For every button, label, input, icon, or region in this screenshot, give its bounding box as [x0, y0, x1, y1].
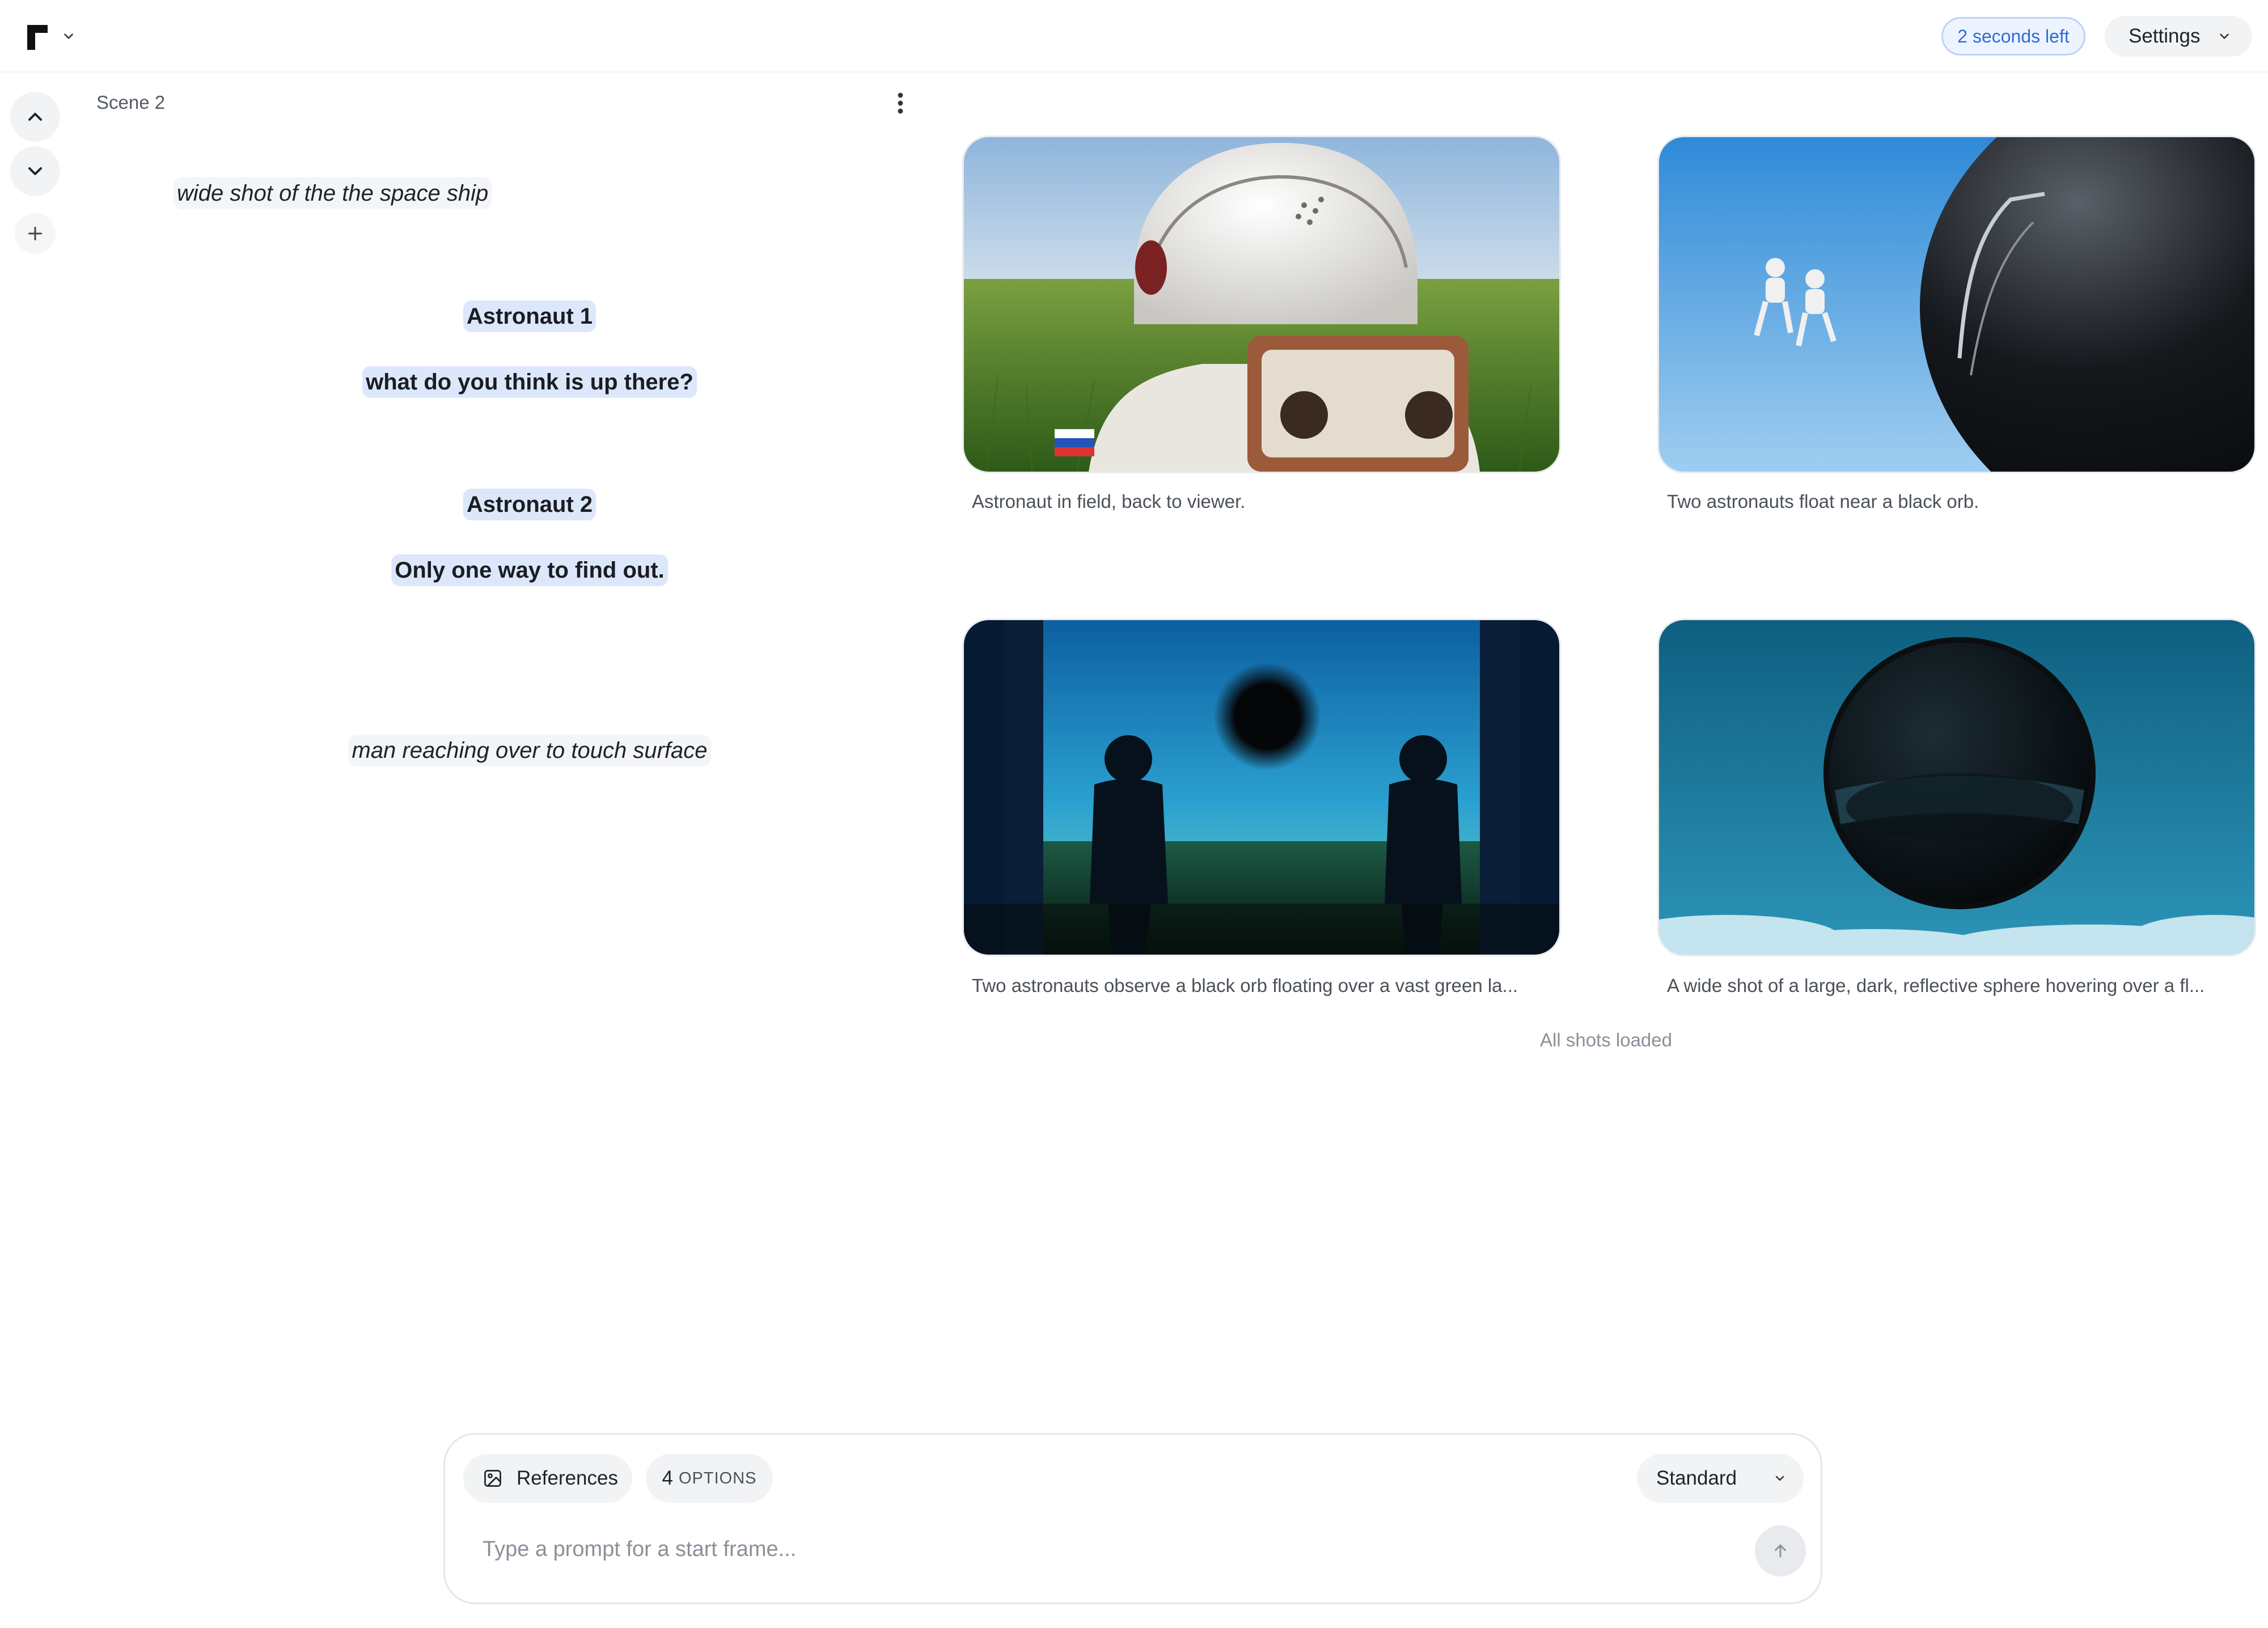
shot-caption: A wide shot of a large, dark, reflective…	[1667, 975, 2205, 996]
previous-scene-button[interactable]	[10, 92, 60, 142]
scene-title: Scene 2	[96, 92, 166, 113]
credits-remaining-text: 2 seconds left	[1957, 26, 2070, 46]
references-button[interactable]: References	[463, 1454, 632, 1503]
script-dialogue-line[interactable]: Only one way to find out.	[391, 554, 668, 586]
script-action-line[interactable]: wide shot of the the space ship	[174, 177, 492, 209]
shot-thumbnail[interactable]	[964, 620, 1559, 955]
shot-caption: Astronaut in field, back to viewer.	[972, 491, 1246, 512]
more-vertical-icon	[898, 92, 903, 114]
arrow-up-icon	[1775, 1544, 1786, 1558]
chevron-down-icon	[28, 167, 42, 175]
chevron-up-icon	[28, 113, 42, 121]
options-label: OPTIONS	[678, 1469, 757, 1487]
chevron-down-icon	[2220, 33, 2229, 39]
shot-image	[1659, 620, 2254, 955]
shots-status-text: All shots loaded	[1540, 1029, 1672, 1050]
chevron-down-icon	[1775, 1476, 1784, 1481]
options-count: 4	[662, 1467, 673, 1489]
add-scene-button[interactable]	[15, 213, 56, 254]
quality-mode-select[interactable]: Standard	[1637, 1454, 1804, 1503]
options-count-button[interactable]: 4 OPTIONS	[646, 1454, 773, 1503]
workspace-switcher[interactable]	[25, 20, 76, 52]
shot-thumbnail[interactable]	[964, 137, 1559, 472]
settings-button[interactable]: Settings	[2105, 16, 2252, 57]
chevron-down-icon	[61, 29, 76, 44]
image-icon	[484, 1470, 501, 1487]
send-button[interactable]	[1755, 1525, 1806, 1576]
references-label: References	[517, 1467, 618, 1489]
next-scene-button[interactable]	[10, 146, 60, 196]
shot-image	[964, 620, 1559, 955]
settings-label: Settings	[2129, 25, 2201, 47]
shot-thumbnail[interactable]	[1659, 137, 2254, 472]
shot-thumbnail[interactable]	[1659, 620, 2254, 955]
scene-menu-button[interactable]	[888, 91, 913, 116]
shot-image	[964, 137, 1559, 472]
script-dialogue-line[interactable]: what do you think is up there?	[362, 366, 697, 398]
plus-icon	[28, 227, 42, 240]
prompt-input[interactable]	[483, 1527, 1617, 1572]
credits-remaining-badge[interactable]: 2 seconds left	[1941, 17, 2085, 56]
shot-image	[1659, 137, 2254, 472]
shot-caption: Two astronauts observe a black orb float…	[972, 975, 1518, 996]
quality-mode-value: Standard	[1656, 1467, 1737, 1489]
app-logo	[25, 23, 48, 50]
script-character-name[interactable]: Astronaut 2	[463, 489, 596, 520]
prompt-composer: References 4 OPTIONS Standard	[443, 1433, 1822, 1604]
shot-caption: Two astronauts float near a black orb.	[1667, 491, 1979, 512]
script-action-line[interactable]: man reaching over to touch surface	[348, 735, 711, 766]
top-bar: 2 seconds left Settings	[0, 0, 2268, 73]
script-character-name[interactable]: Astronaut 1	[463, 300, 596, 332]
